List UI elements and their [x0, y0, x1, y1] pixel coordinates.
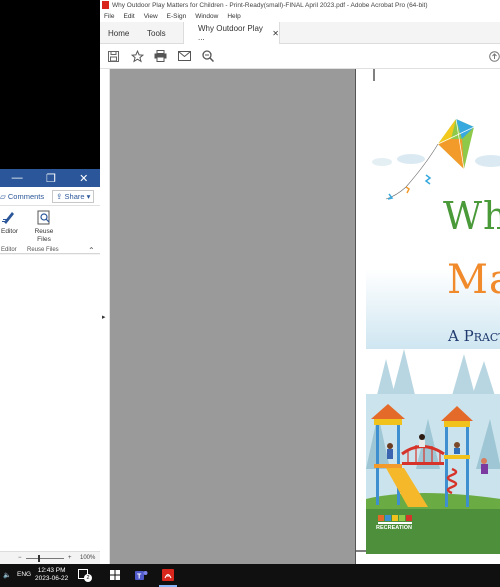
close-tab-icon[interactable]: ✕	[272, 29, 279, 38]
menu-edit[interactable]: Edit	[123, 13, 134, 20]
word-titlebar: — ❐ ✕	[0, 169, 100, 187]
word-status-bar: − + 100%	[0, 551, 100, 564]
clock[interactable]: 12:43 PM 2023-06-22	[35, 567, 68, 583]
tab-bar: Home Tools Why Outdoor Play ... ✕	[100, 22, 500, 44]
zoom-out-icon[interactable]: −	[18, 555, 22, 561]
notification-badge: 2	[84, 574, 92, 582]
menu-help[interactable]: Help	[227, 13, 240, 20]
recreation-logo-text: RECREATION	[376, 525, 412, 531]
zoom-slider[interactable]	[26, 555, 64, 562]
reuse-files-icon	[37, 210, 50, 225]
zoom-icon[interactable]	[201, 49, 215, 63]
word-document-area[interactable]	[0, 255, 100, 551]
bookmark-star-icon[interactable]	[130, 49, 144, 63]
windows-start-icon[interactable]	[110, 570, 120, 580]
acrobat-logo-icon	[102, 1, 109, 9]
menu-window[interactable]: Window	[195, 13, 218, 20]
save-icon[interactable]	[106, 49, 120, 63]
menu-file[interactable]: File	[104, 13, 114, 20]
zoom-in-icon[interactable]: +	[68, 555, 72, 561]
minimize-icon[interactable]: —	[12, 172, 23, 184]
pdf-subtitle: A Practi	[448, 327, 500, 345]
comments-button[interactable]: ▱ Comments	[0, 192, 44, 201]
collapse-ribbon-icon[interactable]: ⌃	[88, 246, 95, 255]
window-title: Why Outdoor Play Matters for Children - …	[112, 1, 428, 9]
menu-view[interactable]: View	[144, 13, 158, 20]
pdf-title-line1: Why	[443, 194, 500, 238]
reuse-files-button[interactable]: Reuse Files	[32, 210, 56, 244]
pdf-page[interactable]: Why Mat A Practi RECREATION	[355, 69, 500, 564]
menu-bar: File Edit View E-Sign Window Help	[100, 10, 500, 22]
share-button[interactable]: ⇪ Share ▾	[52, 189, 95, 203]
zoom-level[interactable]: 100%	[80, 555, 95, 561]
teams-icon[interactable]: T	[134, 568, 148, 582]
volume-icon[interactable]: 🔈	[3, 571, 11, 579]
notifications-icon[interactable]: 2	[78, 569, 92, 582]
language-indicator[interactable]: ENG	[17, 571, 31, 578]
email-icon[interactable]	[177, 49, 191, 63]
acrobat-toolbar	[100, 44, 500, 69]
upload-icon[interactable]	[488, 49, 500, 63]
ribbon-group-editor: Editor	[1, 247, 17, 253]
expand-panel-icon[interactable]: ▸	[102, 313, 106, 321]
document-viewer-gray[interactable]	[110, 69, 355, 564]
editor-icon	[2, 212, 15, 224]
acrobat-titlebar: Why Outdoor Play Matters for Children - …	[100, 0, 500, 10]
editor-button[interactable]: Editor	[1, 210, 18, 235]
close-icon[interactable]: ✕	[79, 172, 88, 185]
pdf-cover-illustration	[356, 69, 500, 554]
tab-tools[interactable]: Tools	[147, 22, 166, 44]
word-ribbon: Editor Reuse Files Editor Reuse Files ⌃	[0, 206, 100, 255]
clock-time: 12:43 PM	[37, 567, 66, 574]
navigation-panel: ▸	[100, 69, 110, 564]
zoom-slider-thumb[interactable]	[38, 555, 40, 562]
word-window: — ❐ ✕ ▱ Comments ⇪ Share ▾ Editor Reuse …	[0, 169, 100, 564]
chevron-down-icon: ▾	[86, 191, 91, 201]
acrobat-taskbar-icon[interactable]	[161, 568, 175, 582]
tab-document-label: Why Outdoor Play ...	[198, 24, 263, 42]
tab-home[interactable]: Home	[108, 22, 129, 44]
share-icon: ⇪	[56, 191, 63, 201]
word-command-bar: ▱ Comments ⇪ Share ▾	[0, 187, 100, 206]
tab-document[interactable]: Why Outdoor Play ... ✕	[183, 22, 280, 44]
menu-esign[interactable]: E-Sign	[167, 13, 187, 20]
recreation-logo	[378, 515, 412, 524]
restore-icon[interactable]: ❐	[46, 172, 56, 185]
svg-text:T: T	[137, 574, 142, 581]
ribbon-group-reuse: Reuse Files	[27, 247, 59, 253]
clock-date: 2023-06-22	[35, 575, 69, 582]
print-icon[interactable]	[153, 49, 167, 63]
comment-icon: ▱	[0, 191, 6, 201]
pdf-title-line2: Mat	[447, 257, 500, 303]
desktop: — ❐ ✕ ▱ Comments ⇪ Share ▾ Editor Reuse …	[0, 0, 500, 587]
taskbar: 🔈 ENG 12:43 PM 2023-06-22 2 T	[0, 564, 500, 587]
acrobat-window: Why Outdoor Play Matters for Children - …	[100, 0, 500, 564]
